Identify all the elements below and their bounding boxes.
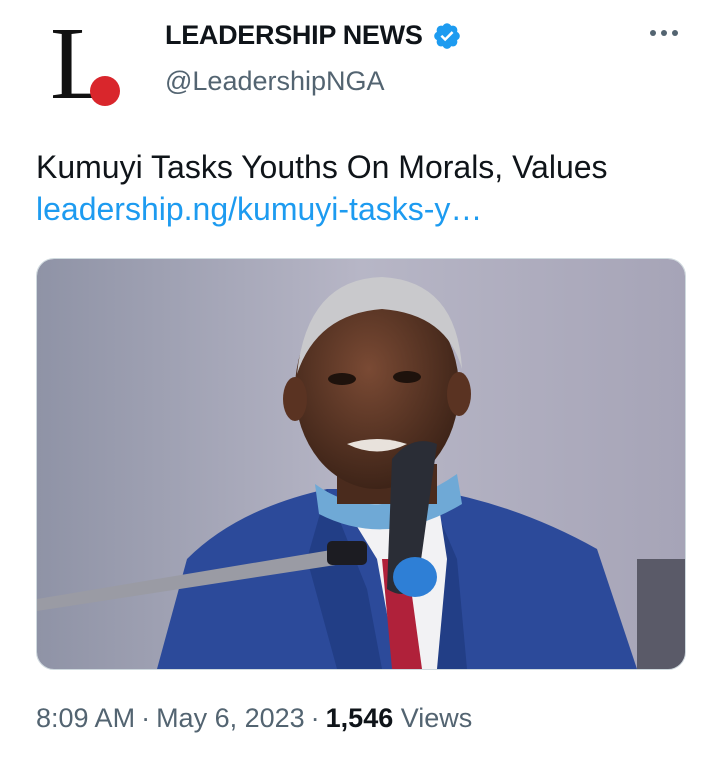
more-options-icon[interactable]: [650, 30, 678, 36]
account-handle[interactable]: @LeadershipNGA: [165, 66, 385, 97]
tweet-metadata: 8:09 AM · May 6, 2023 · 1,546 Views: [36, 703, 472, 734]
tweet-text: Kumuyi Tasks Youths On Morals, Values le…: [36, 146, 686, 230]
tweet-body: Kumuyi Tasks Youths On Morals, Values: [36, 149, 608, 185]
display-name[interactable]: LEADERSHIP NEWS: [165, 20, 423, 51]
account-name-row: LEADERSHIP NEWS: [165, 20, 462, 51]
photo-of-speaker-icon: [37, 259, 685, 669]
meta-separator: ·: [141, 703, 151, 733]
views-label: Views: [400, 703, 473, 733]
tweet-link[interactable]: leadership.ng/kumuyi-tasks-y…: [36, 191, 482, 227]
avatar-red-dot: [90, 76, 120, 106]
meta-separator: ·: [310, 703, 320, 733]
tweet-time[interactable]: 8:09 AM: [36, 703, 135, 733]
views-count: 1,546: [325, 703, 394, 733]
tweet-media-image[interactable]: [36, 258, 686, 670]
verified-badge-icon: [433, 22, 460, 49]
tweet-date[interactable]: May 6, 2023: [156, 703, 305, 733]
account-avatar[interactable]: L: [38, 12, 138, 116]
